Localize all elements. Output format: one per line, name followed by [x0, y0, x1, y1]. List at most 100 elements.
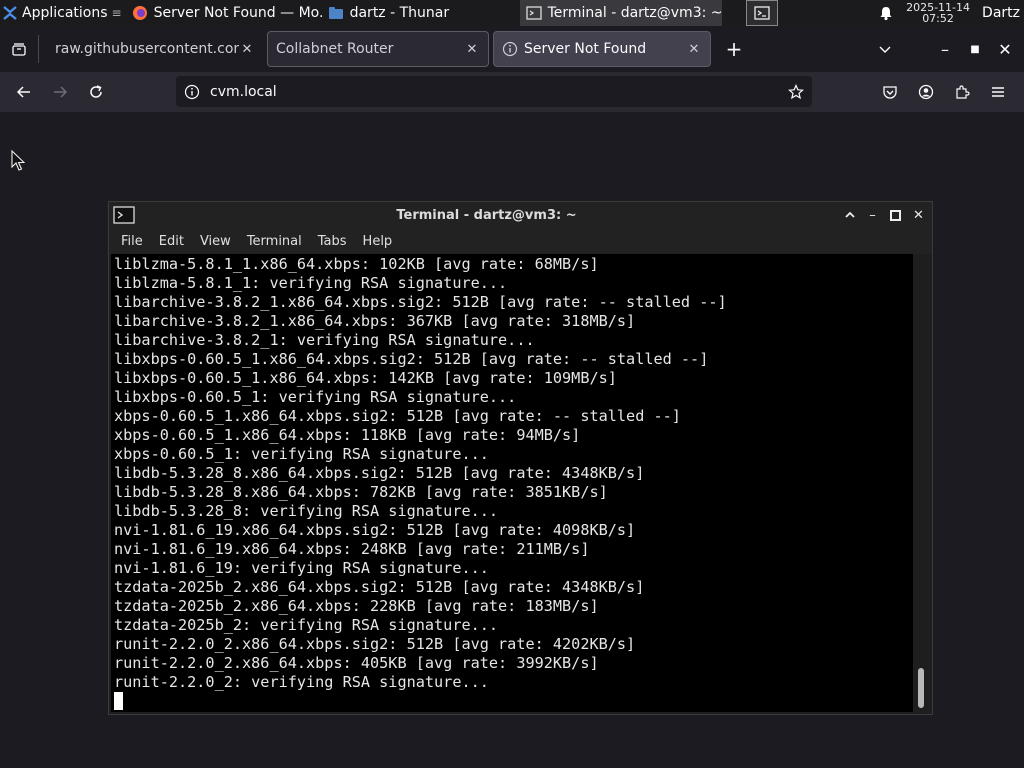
tab-label: raw.githubusercontent.com/: [55, 41, 239, 57]
pocket-icon: [883, 86, 897, 99]
maximize-window-button[interactable]: ■: [960, 34, 990, 64]
terminal-window[interactable]: Terminal - dartz@vm3: ~ – ✕ File Edit Vi…: [108, 201, 933, 715]
back-button[interactable]: [6, 74, 42, 110]
minimize-icon: –: [941, 39, 949, 59]
bookmark-star-icon[interactable]: [788, 83, 804, 100]
site-info-icon[interactable]: [184, 84, 200, 100]
extensions-button[interactable]: [944, 74, 980, 110]
task-thunar[interactable]: dartz - Thunar: [322, 0, 520, 26]
terminal-line: tzdata-2025b_2: verifying RSA signature.…: [114, 616, 499, 634]
terminal-line: liblzma-5.8.1_1: verifying RSA signature…: [114, 274, 508, 292]
top-panel: Applications ≡ Server Not Found — Mo... …: [0, 0, 1024, 26]
task-label: Terminal - dartz@vm3: ~: [547, 5, 722, 21]
applications-menu[interactable]: Applications ≡: [0, 0, 126, 26]
menu-help[interactable]: Help: [355, 234, 401, 249]
account-button[interactable]: [908, 74, 944, 110]
close-icon: ✕: [913, 207, 924, 223]
new-tab-button[interactable]: +: [719, 34, 749, 64]
minimize-icon: –: [869, 207, 876, 223]
reload-icon: [90, 85, 102, 98]
task-label: Server Not Found — Mo...: [153, 5, 322, 21]
terminal-line: nvi-1.81.6_19.x86_64.xbps.sig2: 512B [av…: [114, 521, 636, 539]
terminal-scrollbar[interactable]: [913, 254, 930, 712]
terminal-launcher[interactable]: [745, 0, 778, 26]
terminal-launcher-icon: [753, 6, 770, 20]
tab-server-not-found[interactable]: Server Not Found ✕: [493, 31, 711, 67]
chevron-up-icon: [844, 211, 855, 218]
minimize-window-button[interactable]: –: [930, 34, 960, 64]
arrow-left-icon: [16, 86, 30, 98]
terminal-line: libarchive-3.8.2_1: verifying RSA signat…: [114, 331, 535, 349]
terminal-shade-button[interactable]: [838, 205, 861, 225]
forward-button[interactable]: [42, 74, 78, 110]
terminal-output[interactable]: liblzma-5.8.1_1.x86_64.xbps: 102KB [avg …: [111, 254, 915, 712]
terminal-app-icon: [113, 206, 135, 224]
menu-edit[interactable]: Edit: [151, 234, 192, 249]
terminal-icon: [525, 6, 542, 20]
terminal-line: libdb-5.3.28_8: verifying RSA signature.…: [114, 502, 499, 520]
user-menu[interactable]: Dartz: [974, 5, 1024, 21]
tab-raw-githubusercontent[interactable]: raw.githubusercontent.com/ ✕: [47, 31, 263, 67]
close-window-button[interactable]: ✕: [990, 34, 1020, 64]
terminal-titlebar[interactable]: Terminal - dartz@vm3: ~ – ✕: [109, 202, 932, 228]
terminal-line: libdb-5.3.28_8.x86_64.xbps.sig2: 512B [a…: [114, 464, 645, 482]
terminal-line: runit-2.2.0_2.x86_64.xbps.sig2: 512B [av…: [114, 635, 636, 653]
url-text[interactable]: cvm.local: [210, 84, 788, 100]
close-tab-icon[interactable]: ✕: [239, 42, 255, 57]
terminal-line: liblzma-5.8.1_1.x86_64.xbps: 102KB [avg …: [114, 255, 599, 273]
menu-view[interactable]: View: [192, 234, 239, 249]
menu-terminal[interactable]: Terminal: [239, 234, 310, 249]
reload-button[interactable]: [78, 74, 114, 110]
task-terminal[interactable]: Terminal - dartz@vm3: ~: [519, 0, 722, 26]
terminal-prompt-line: [114, 692, 915, 711]
url-bar[interactable]: cvm.local: [176, 76, 812, 107]
hamburger-menu-icon: [992, 87, 1004, 97]
terminal-line: tzdata-2025b_2.x86_64.xbps: 228KB [avg r…: [114, 597, 599, 615]
terminal-line: nvi-1.81.6_19.x86_64.xbps: 248KB [avg ra…: [114, 540, 590, 558]
terminal-line: xbps-0.60.5_1.x86_64.xbps: 118KB [avg ra…: [114, 426, 581, 444]
menu-file[interactable]: File: [113, 234, 151, 249]
list-all-tabs-button[interactable]: [870, 34, 900, 64]
clock[interactable]: 2025-11-14 07:52: [902, 2, 974, 24]
maximize-icon: [890, 209, 901, 221]
menu-handle-icon: ≡: [111, 6, 122, 20]
firefox-view-button[interactable]: [4, 34, 34, 64]
terminal-title: Terminal - dartz@vm3: ~: [396, 207, 577, 223]
info-icon: [502, 41, 518, 57]
browser-tab-strip: raw.githubusercontent.com/ ✕ Collabnet R…: [0, 26, 1024, 72]
menu-tabs[interactable]: Tabs: [310, 234, 355, 249]
folder-icon: [328, 7, 343, 19]
terminal-line: xbps-0.60.5_1: verifying RSA signature..…: [114, 445, 489, 463]
pocket-button[interactable]: [872, 74, 908, 110]
scrollbar-thumb[interactable]: [918, 668, 924, 708]
tab-collabnet-router[interactable]: Collabnet Router ✕: [267, 31, 489, 67]
maximize-icon: ■: [970, 43, 980, 55]
notification-bell-icon[interactable]: [878, 5, 894, 21]
terminal-line: runit-2.2.0_2.x86_64.xbps: 405KB [avg ra…: [114, 654, 599, 672]
terminal-minimize-button[interactable]: –: [861, 205, 884, 225]
task-firefox[interactable]: Server Not Found — Mo...: [126, 0, 322, 26]
terminal-line: libarchive-3.8.2_1.x86_64.xbps: 367KB [a…: [114, 312, 636, 330]
close-tab-icon[interactable]: ✕: [464, 42, 480, 57]
terminal-close-button[interactable]: ✕: [907, 205, 930, 225]
plus-icon: +: [725, 37, 743, 61]
terminal-line: libarchive-3.8.2_1.x86_64.xbps.sig2: 512…: [114, 293, 727, 311]
firefox-icon: [132, 6, 147, 20]
xfce-logo-icon: [3, 6, 17, 20]
terminal-menubar: File Edit View Terminal Tabs Help: [109, 228, 932, 254]
app-menu-button[interactable]: [980, 74, 1016, 110]
close-icon: ✕: [998, 39, 1012, 59]
terminal-line: libxbps-0.60.5_1: verifying RSA signatur…: [114, 388, 517, 406]
account-icon: [918, 84, 934, 100]
close-tab-icon[interactable]: ✕: [686, 42, 702, 57]
navigation-toolbar: cvm.local: [0, 72, 1024, 112]
tab-label: Server Not Found: [524, 41, 647, 57]
text-cursor: [114, 692, 123, 710]
terminal-line: libxbps-0.60.5_1.x86_64.xbps: 142KB [avg…: [114, 369, 617, 387]
terminal-line: libdb-5.3.28_8.x86_64.xbps: 782KB [avg r…: [114, 483, 608, 501]
terminal-maximize-button[interactable]: [884, 205, 907, 225]
terminal-line: nvi-1.81.6_19: verifying RSA signature..…: [114, 559, 489, 577]
task-label: dartz - Thunar: [349, 5, 450, 21]
firefox-view-icon: [12, 43, 26, 56]
chevron-down-icon: [879, 46, 891, 53]
